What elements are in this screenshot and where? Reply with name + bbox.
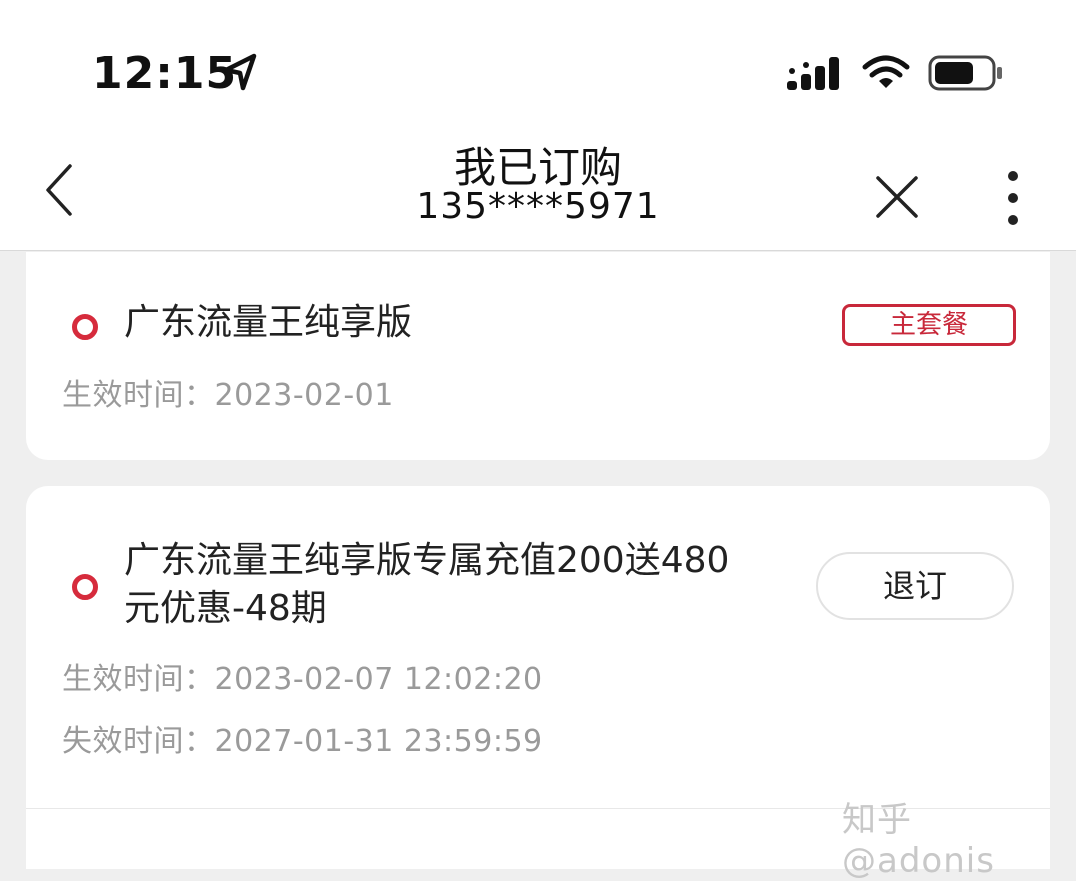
top-bar: 12:15 我已订购 135****5971 xyxy=(0,0,1076,251)
package-name: 广东流量王纯享版 xyxy=(124,302,413,343)
package-name-line2: 元优惠-48期 xyxy=(124,588,327,629)
package-name-line1: 广东流量王纯享版专属充值200送480 xyxy=(124,540,730,581)
expire-label: 失效时间： xyxy=(62,724,215,759)
status-time: 12:15 xyxy=(92,48,238,99)
wifi-icon xyxy=(862,55,910,88)
phone-number: 135****5971 xyxy=(416,186,660,227)
unsubscribe-button[interactable]: 退订 xyxy=(816,552,1014,620)
effective-time: 生效时间：2023-02-01 xyxy=(62,370,394,414)
status-dot-icon xyxy=(72,314,98,340)
more-vertical-icon[interactable] xyxy=(1000,168,1026,228)
effective-label: 生效时间： xyxy=(62,662,215,697)
location-arrow-icon xyxy=(223,53,257,91)
effective-time: 生效时间：2023-02-07 12:02:20 xyxy=(62,654,543,698)
expire-value: 2027-01-31 23:59:59 xyxy=(214,724,543,759)
effective-value: 2023-02-01 xyxy=(214,378,394,413)
effective-label: 生效时间： xyxy=(62,378,215,413)
signal-icon xyxy=(787,57,839,90)
subscription-card-main: 广东流量王纯享版 主套餐 生效时间：2023-02-01 xyxy=(26,252,1050,460)
expire-time: 失效时间：2027-01-31 23:59:59 xyxy=(62,716,543,760)
subscription-card-offer: 广东流量王纯享版专属充值200送480 元优惠-48期 退订 生效时间：2023… xyxy=(26,486,1050,808)
battery-icon xyxy=(928,55,1002,91)
watermark: 知乎 @adonis xyxy=(842,800,995,881)
close-icon[interactable] xyxy=(872,172,922,222)
main-package-badge: 主套餐 xyxy=(842,304,1016,346)
effective-value: 2023-02-07 12:02:20 xyxy=(214,662,543,697)
status-dot-icon xyxy=(72,574,98,600)
back-chevron-icon[interactable] xyxy=(40,162,80,218)
